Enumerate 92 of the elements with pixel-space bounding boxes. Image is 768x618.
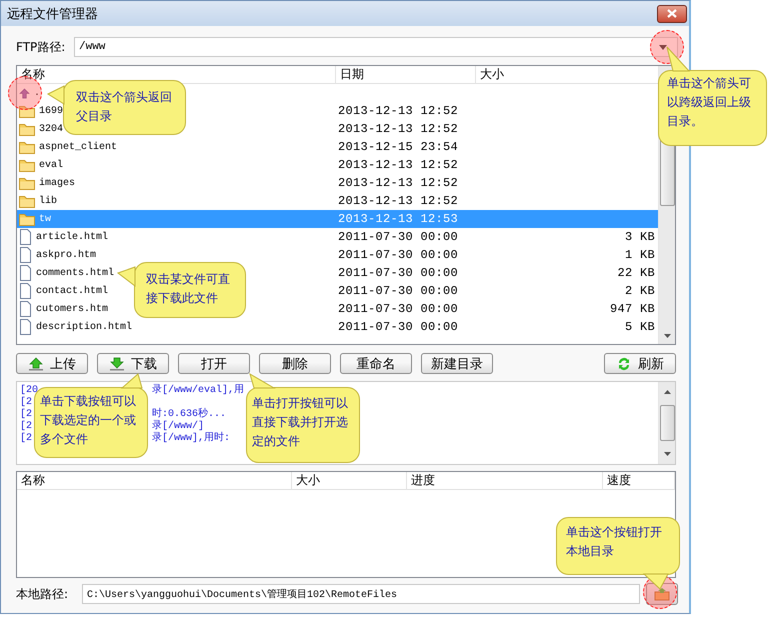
file-date: 2011-07-30 00:00 [338,284,458,298]
file-size: 1 KB [624,248,655,262]
toolbar-button[interactable]: 下载 [97,353,169,374]
callout-tooltip: 单击打开按钮可以直接下载并打开选定的文件 [246,374,360,463]
column-header[interactable]: 大小 [292,472,407,490]
file-name: eval [39,160,64,170]
document-icon [19,319,32,335]
file-name: 1699 [39,106,64,116]
file-name: lib [39,196,58,206]
log-line-start: [20 [20,385,38,396]
file-date: 2011-07-30 00:00 [338,320,458,334]
ftp-path-label: FTP路径: [16,38,66,56]
file-date: 2013-12-13 12:52 [338,122,458,136]
file-name: 3204 [39,124,64,134]
file-date: 2013-12-13 12:52 [338,158,458,172]
document-icon [19,283,32,299]
file-date: 2013-12-13 12:52 [338,176,458,190]
file-size: 5 KB [624,320,655,334]
file-name: cutomers.htm [36,304,108,314]
toolbar-button[interactable]: 上传 [16,353,88,374]
scroll-down-arrow-icon[interactable] [664,452,670,456]
file-name: . [34,88,40,98]
open-folder-button[interactable] [646,583,678,605]
file-date: 2011-07-30 00:00 [338,248,458,262]
column-header[interactable]: 速度 [603,472,675,490]
ftp-path-field[interactable]: /www [74,37,678,57]
file-date: 2011-07-30 00:00 [338,266,458,280]
file-name: contact.html [36,286,108,296]
file-name: askpro.htm [36,250,96,260]
download-arrow-icon [109,356,125,370]
callout-tooltip: 单击这个按钮打开本地目录 [556,517,680,590]
file-size: 947 KB [610,302,655,316]
folder-icon [19,194,35,208]
document-icon [19,229,32,245]
log-line-start: [2 [20,433,32,445]
close-icon [667,9,677,18]
upload-arrow-icon [28,356,44,370]
local-path-label: 本地路径: [16,586,70,602]
file-name: description.html [36,322,132,332]
callout-tooltip: 单击这个箭头可以跨级返回上级目录。 [655,47,767,146]
file-date: 2011-07-30 00:00 [338,230,458,244]
column-header[interactable]: 日期 [336,66,476,84]
toolbar-button[interactable]: 重命名 [340,353,412,374]
log-line-end: 录[/www/eval],用 [152,385,244,397]
file-size: 22 KB [617,266,655,280]
column-header[interactable]: 进度 [407,472,603,490]
file-name: tw [39,214,52,224]
scroll-up-arrow-icon[interactable] [664,390,670,394]
dropdown-caret-icon [659,44,667,50]
window-title: 远程文件管理器 [7,6,98,22]
callout-tooltip: 双击某文件可直接下载此文件 [118,262,246,318]
scroll-thumb[interactable] [660,405,674,441]
file-name: comments.html [36,268,114,278]
file-date: 2013-12-13 12:53 [338,212,458,226]
column-header[interactable]: 大小 [476,66,658,84]
log-line-end: 录[/www],用时: [152,433,230,445]
folder-icon [19,158,35,172]
toolbar-button[interactable]: 打开 [178,353,250,374]
file-date: 2013-12-15 23:54 [338,140,458,154]
folder-icon [654,588,670,600]
file-size: 3 KB [624,230,655,244]
log-line-end: 录[/www/] [152,421,204,432]
scroll-down-arrow-icon[interactable] [664,334,670,338]
toolbar-button[interactable]: 删除 [259,353,331,374]
refresh-icon [616,356,632,372]
document-icon [19,265,32,281]
local-path-field[interactable]: C:\Users\yangguohui\Documents\管理项目102\RemoteFiles [82,584,640,604]
file-date: 2013-12-13 12:52 [338,104,458,118]
file-name: aspnet_client [39,142,118,152]
folder-icon [19,104,35,118]
document-icon [19,247,32,263]
file-name: article.html [36,232,108,242]
scrollbar[interactable] [658,382,675,464]
up-arrow-icon [19,88,30,98]
folder-icon [19,212,35,226]
log-line-end: 时:0.636秒... [152,409,226,420]
file-date: 2013-12-13 12:52 [338,194,458,208]
column-header[interactable]: 名称 [17,472,292,490]
log-line-start: [2 [20,421,32,432]
toolbar-button[interactable]: 新建目录 [421,353,493,374]
close-button[interactable] [657,4,687,22]
toolbar-button[interactable]: 刷新 [604,353,676,374]
log-line-start: [2 [20,409,32,420]
folder-icon [19,122,35,136]
folder-icon [19,176,35,190]
column-header[interactable]: 名称 [17,66,336,84]
file-date: 2011-07-30 00:00 [338,302,458,316]
file-size: 2 KB [624,284,655,298]
document-icon [19,301,32,317]
folder-icon [19,140,35,154]
log-line-start: [2 [20,397,32,408]
file-name: images [39,178,76,188]
